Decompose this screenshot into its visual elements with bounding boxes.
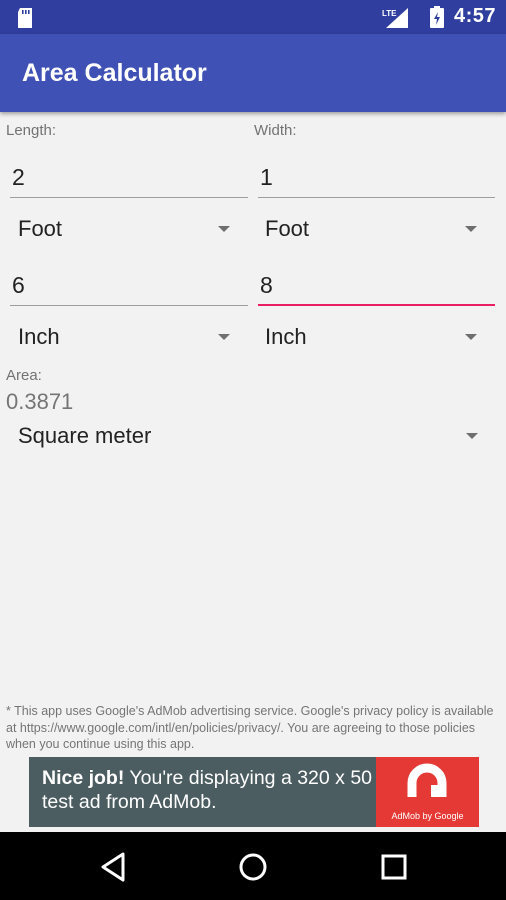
sd-card-icon bbox=[18, 8, 32, 28]
width-unit-2-value: Inch bbox=[265, 324, 307, 349]
width-unit-2-dropdown[interactable]: Inch bbox=[255, 318, 487, 358]
length-unit-1-dropdown[interactable]: Foot bbox=[8, 210, 240, 250]
width-unit-1-value: Foot bbox=[265, 216, 310, 241]
admob-disclaimer: * This app uses Google's AdMob advertisi… bbox=[6, 704, 494, 751]
status-bar: LTE 4:57 bbox=[0, 0, 506, 34]
length-label: Length: bbox=[6, 122, 57, 139]
width-input-2[interactable] bbox=[258, 272, 495, 306]
signal-icon: LTE bbox=[382, 8, 408, 28]
dropdown-arrow-icon bbox=[465, 226, 477, 232]
length-unit-2-value: Inch bbox=[18, 324, 60, 349]
dropdown-arrow-icon bbox=[466, 433, 478, 439]
status-time: 4:57 bbox=[453, 5, 496, 27]
length-input-2[interactable] bbox=[10, 272, 248, 306]
svg-text:LTE: LTE bbox=[382, 9, 397, 18]
recents-icon[interactable] bbox=[377, 850, 411, 884]
dropdown-arrow-icon bbox=[465, 334, 477, 340]
app-title: Area Calculator bbox=[22, 59, 207, 87]
back-icon[interactable] bbox=[97, 850, 131, 884]
width-input-1[interactable] bbox=[258, 164, 495, 198]
app-bar: Area Calculator bbox=[0, 34, 506, 112]
width-unit-1-dropdown[interactable]: Foot bbox=[255, 210, 487, 250]
area-unit-value: Square meter bbox=[18, 423, 152, 448]
area-unit-dropdown[interactable]: Square meter bbox=[8, 417, 488, 457]
length-input-1[interactable] bbox=[10, 164, 248, 198]
dropdown-arrow-icon bbox=[218, 334, 230, 340]
ad-banner[interactable]: Nice job! You're displaying a 320 x 50 t… bbox=[29, 757, 479, 827]
admob-logo: AdMob by Google bbox=[376, 757, 479, 827]
area-result: 0.3871 bbox=[6, 389, 74, 414]
ad-brand: AdMob by Google bbox=[391, 811, 464, 821]
navigation-bar bbox=[0, 832, 506, 900]
battery-icon bbox=[430, 6, 444, 28]
admob-logo-icon bbox=[407, 763, 447, 797]
ad-text: Nice job! You're displaying a 320 x 50 t… bbox=[42, 766, 377, 814]
length-unit-2-dropdown[interactable]: Inch bbox=[8, 318, 240, 358]
length-unit-1-value: Foot bbox=[18, 216, 63, 241]
home-icon[interactable] bbox=[236, 850, 270, 884]
ad-headline: Nice job! bbox=[42, 767, 125, 789]
dropdown-arrow-icon bbox=[218, 226, 230, 232]
area-label: Area: bbox=[6, 367, 42, 384]
width-label: Width: bbox=[254, 122, 297, 139]
